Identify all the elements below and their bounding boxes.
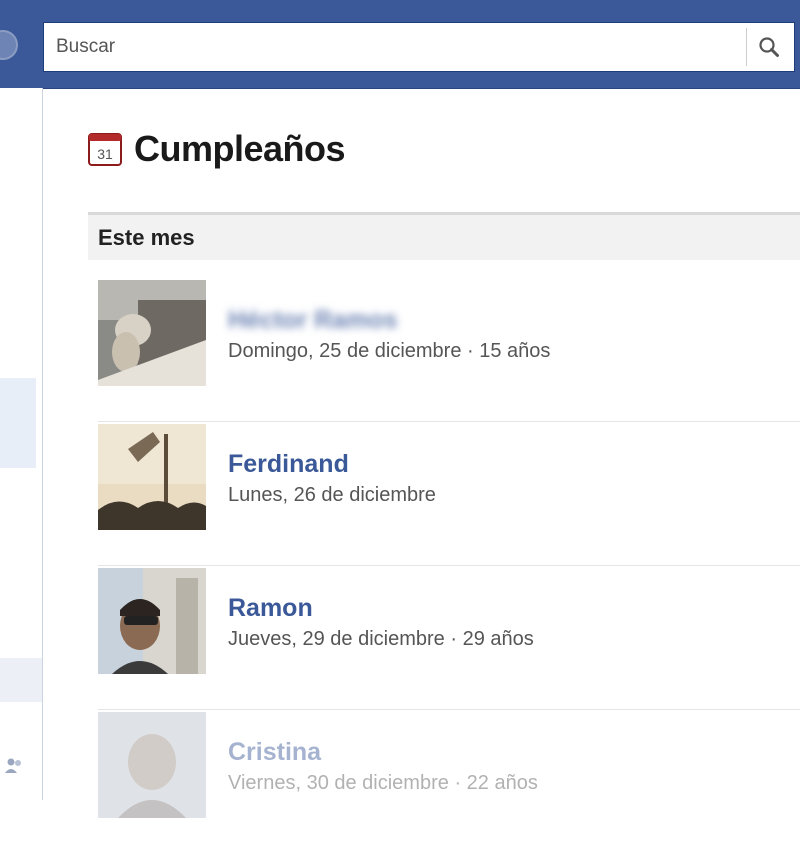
- birthday-item: Cristina Viernes, 30 de diciembre · 22 a…: [98, 710, 800, 854]
- birthday-item: Héctor Ramos Domingo, 25 de diciembre · …: [98, 278, 800, 422]
- birthday-date: Lunes, 26 de diciembre: [228, 484, 436, 506]
- section-header-this-month: Este mes: [88, 212, 800, 260]
- birthday-list: Héctor Ramos Domingo, 25 de diciembre · …: [98, 278, 800, 854]
- magnifier-icon: [759, 37, 779, 57]
- profile-photo[interactable]: [98, 424, 206, 530]
- section-label: Este mes: [98, 225, 195, 250]
- calendar-icon: 31: [88, 133, 122, 166]
- separator-dot: ·: [450, 628, 463, 650]
- birthday-meta: Jueves, 29 de diciembre · 29 años: [228, 628, 534, 651]
- sidebar-item-selected[interactable]: [0, 658, 42, 702]
- birthday-date: Domingo, 25 de diciembre: [228, 340, 462, 362]
- birthday-item: Ferdinand Lunes, 26 de diciembre: [98, 422, 800, 566]
- birthday-date: Viernes, 30 de diciembre: [228, 772, 449, 794]
- birthdays-page: 31 Cumpleaños Este mes Héctor Ramos Domi…: [88, 88, 800, 818]
- top-bar: [0, 0, 800, 89]
- profile-photo[interactable]: [98, 280, 206, 386]
- home-logo-icon[interactable]: [0, 30, 18, 60]
- search-button[interactable]: [746, 28, 791, 66]
- age-text: 22 años: [466, 772, 538, 794]
- search-box: [43, 22, 795, 72]
- friend-name-link[interactable]: Ferdinand: [228, 450, 349, 479]
- separator-dot: ·: [454, 772, 467, 794]
- page-title: Cumpleaños: [134, 128, 346, 169]
- friend-name-link[interactable]: Cristina: [228, 738, 321, 767]
- birthday-date: Jueves, 29 de diciembre: [228, 628, 445, 650]
- birthday-meta: Lunes, 26 de diciembre: [228, 484, 436, 507]
- friends-icon[interactable]: [4, 756, 24, 776]
- age-text: 29 años: [462, 628, 534, 650]
- search-input[interactable]: [44, 23, 744, 71]
- svg-text:31: 31: [97, 146, 113, 162]
- sidebar-highlight: [0, 378, 36, 468]
- birthday-meta: Viernes, 30 de diciembre · 22 años: [228, 772, 538, 795]
- page-header: 31 Cumpleaños: [88, 128, 346, 170]
- birthday-meta: Domingo, 25 de diciembre · 15 años: [228, 340, 550, 363]
- left-sidebar: [0, 88, 43, 800]
- friend-name-link[interactable]: Ramon: [228, 594, 313, 623]
- birthday-item: Ramon Jueves, 29 de diciembre · 29 años: [98, 566, 800, 710]
- friend-name-link[interactable]: Héctor Ramos: [228, 306, 398, 335]
- profile-photo[interactable]: [98, 712, 206, 818]
- profile-photo[interactable]: [98, 568, 206, 674]
- age-text: 15 años: [479, 340, 551, 362]
- separator-dot: ·: [467, 340, 480, 362]
